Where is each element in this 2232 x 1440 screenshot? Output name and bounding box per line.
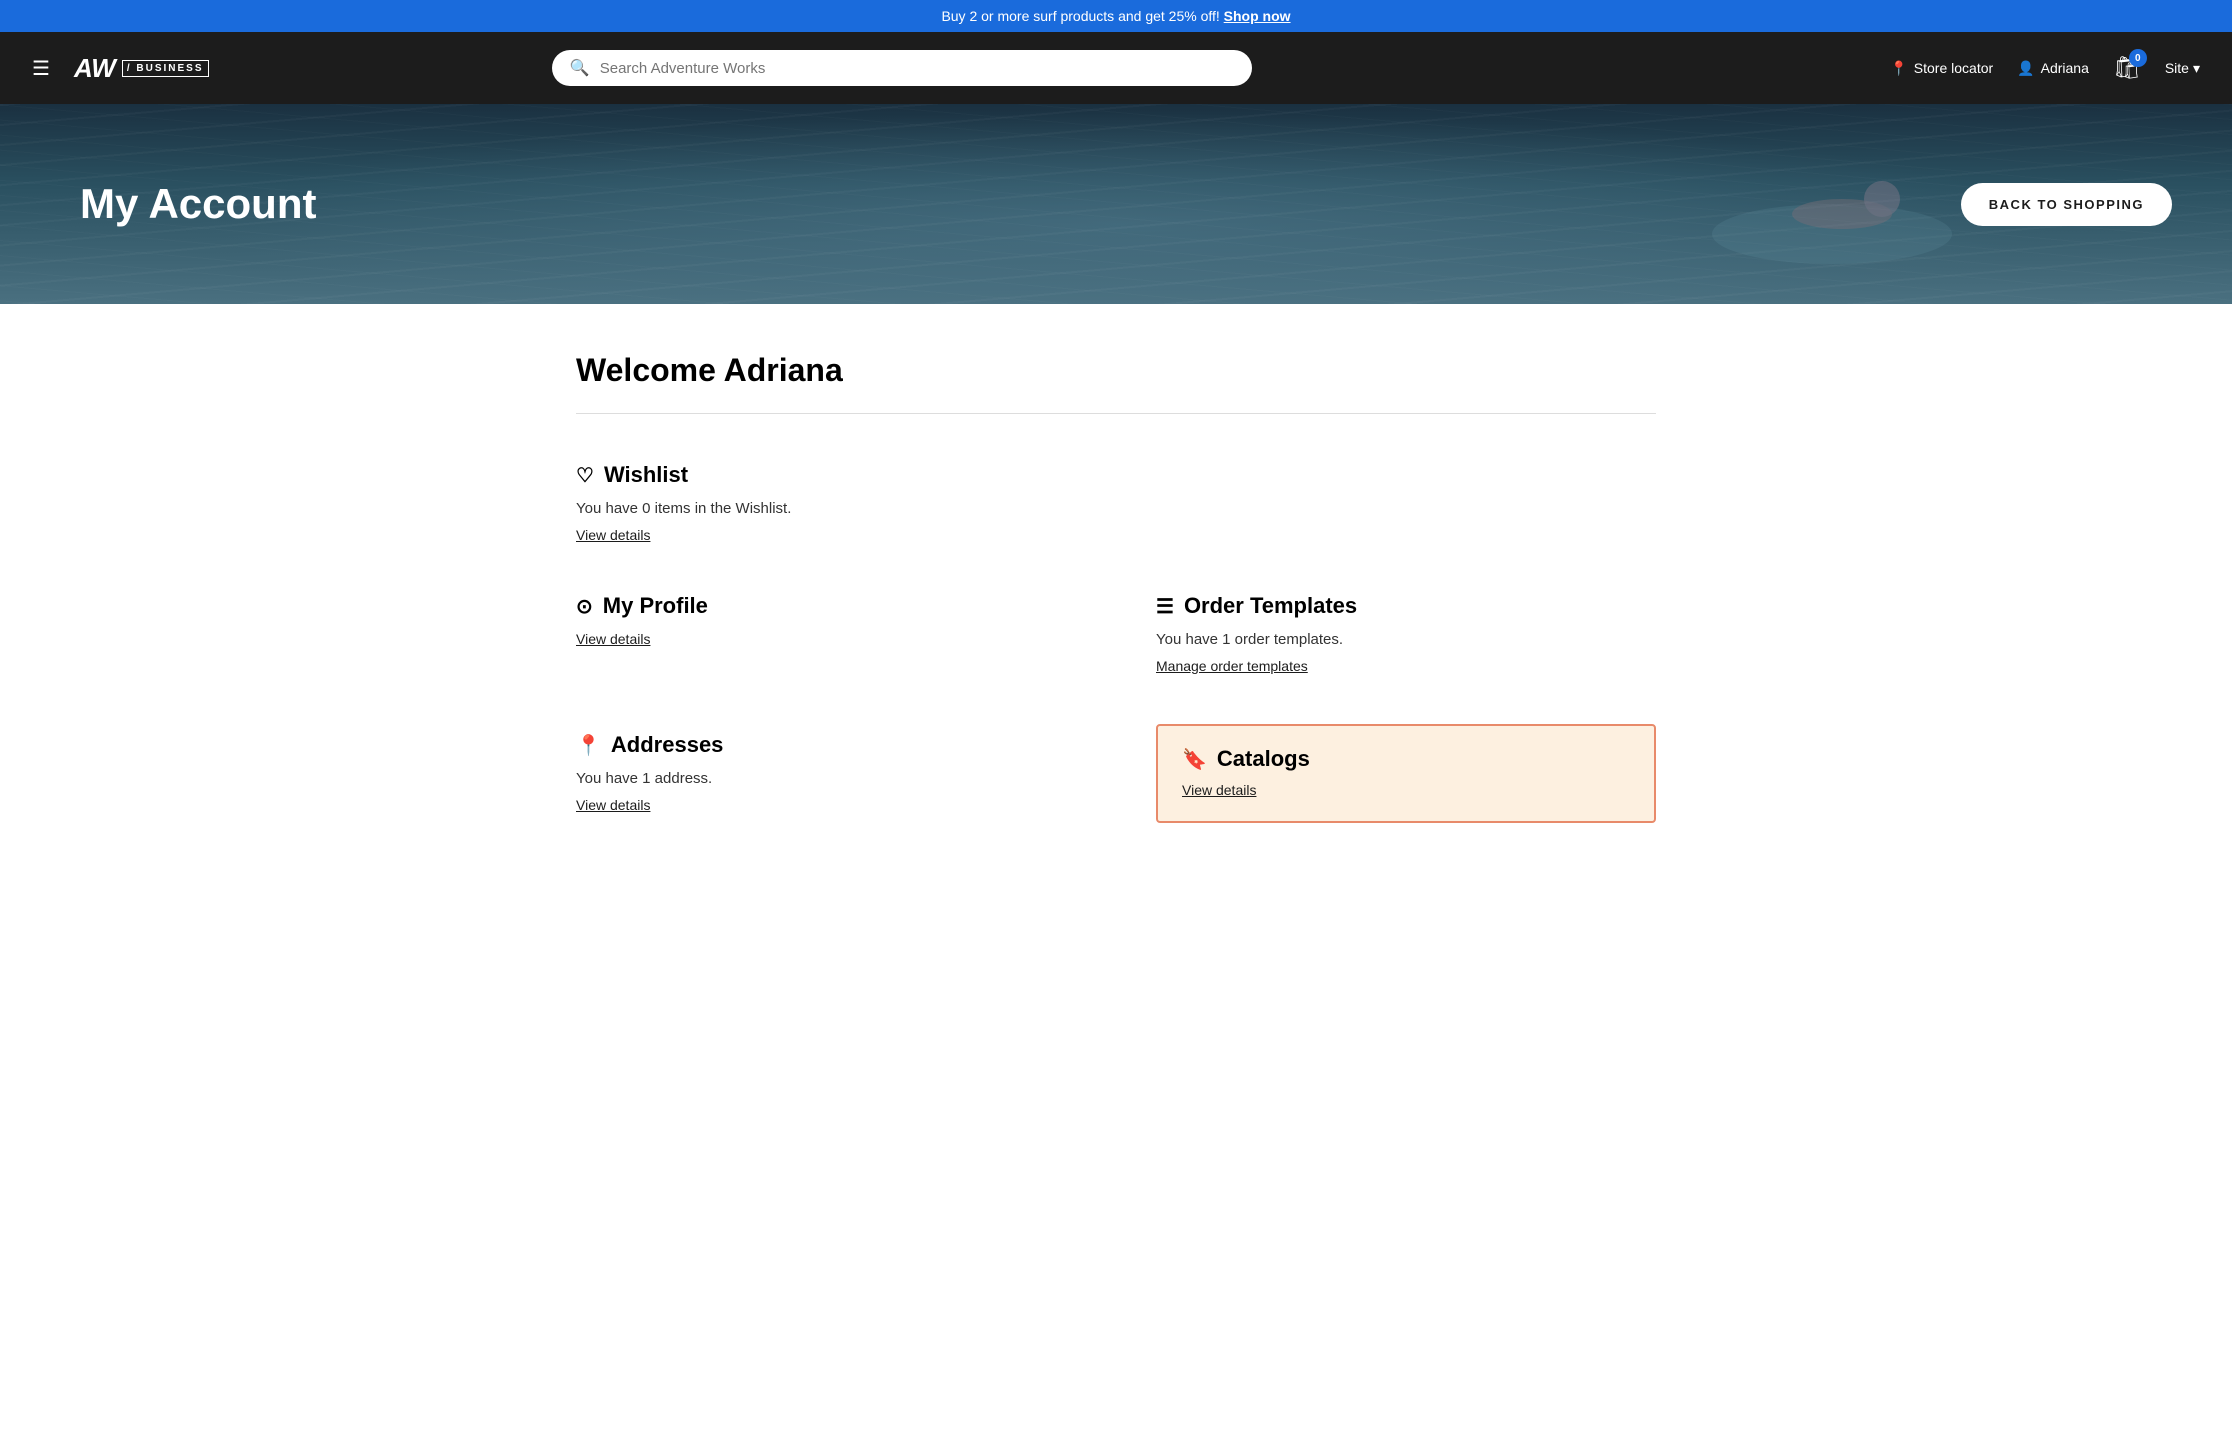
wishlist-title: ♡ Wishlist bbox=[576, 462, 1656, 488]
back-to-shopping-button[interactable]: BACK TO SHOPPING bbox=[1961, 183, 2172, 226]
section-divider bbox=[576, 413, 1656, 414]
catalogs-section: 🔖 Catalogs View details bbox=[1156, 724, 1656, 823]
catalogs-view-details-link[interactable]: View details bbox=[1182, 782, 1256, 798]
cart-count: 0 bbox=[2129, 49, 2147, 67]
order-templates-icon: ☰ bbox=[1156, 594, 1174, 619]
store-locator-label: Store locator bbox=[1914, 60, 1993, 76]
page-title: My Account bbox=[0, 180, 316, 228]
address-icon: 📍 bbox=[576, 733, 601, 758]
promo-link[interactable]: Shop now bbox=[1224, 8, 1291, 24]
nav-right: 📍 Store locator 👤 Adriana 🛍 0 Site ▾ bbox=[1890, 55, 2200, 81]
store-locator-icon: 📍 bbox=[1890, 60, 1907, 77]
site-label: Site bbox=[2165, 60, 2189, 76]
promo-banner: Buy 2 or more surf products and get 25% … bbox=[0, 0, 2232, 32]
catalogs-title: 🔖 Catalogs bbox=[1182, 746, 1630, 772]
addresses-title: 📍 Addresses bbox=[576, 732, 1076, 758]
search-input[interactable] bbox=[600, 60, 1234, 77]
navigation: ☰ AW / BUSINESS 🔍 📍 Store locator 👤 Adri… bbox=[0, 32, 2232, 104]
chevron-down-icon: ▾ bbox=[2193, 60, 2200, 77]
logo-business: / BUSINESS bbox=[122, 60, 209, 77]
wishlist-description: You have 0 items in the Wishlist. bbox=[576, 500, 1656, 517]
main-content: Welcome Adriana ♡ Wishlist You have 0 it… bbox=[516, 304, 1716, 871]
order-templates-title: ☰ Order Templates bbox=[1156, 593, 1656, 619]
wishlist-view-details-link[interactable]: View details bbox=[576, 527, 650, 543]
search-icon: 🔍 bbox=[570, 58, 590, 78]
catalog-icon: 🔖 bbox=[1182, 747, 1207, 772]
user-label: Adriana bbox=[2041, 60, 2089, 76]
order-templates-description: You have 1 order templates. bbox=[1156, 631, 1656, 648]
addresses-view-details-link[interactable]: View details bbox=[576, 797, 650, 813]
account-sections-grid: ⊙ My Profile View details ☰ Order Templa… bbox=[576, 585, 1656, 823]
hamburger-icon[interactable]: ☰ bbox=[32, 56, 50, 81]
my-profile-view-details-link[interactable]: View details bbox=[576, 631, 650, 647]
profile-icon: ⊙ bbox=[576, 594, 593, 619]
logo-aw: AW bbox=[74, 53, 116, 84]
addresses-description: You have 1 address. bbox=[576, 770, 1076, 787]
cart-button[interactable]: 🛍 0 bbox=[2113, 55, 2141, 81]
hero-banner: My Account BACK TO SHOPPING bbox=[0, 104, 2232, 304]
heart-icon: ♡ bbox=[576, 463, 594, 488]
site-selector-button[interactable]: Site ▾ bbox=[2165, 60, 2200, 77]
user-icon: 👤 bbox=[2017, 60, 2034, 77]
my-profile-title: ⊙ My Profile bbox=[576, 593, 1076, 619]
logo[interactable]: AW / BUSINESS bbox=[74, 53, 209, 84]
order-templates-manage-link[interactable]: Manage order templates bbox=[1156, 658, 1308, 674]
search-box[interactable]: 🔍 bbox=[552, 50, 1252, 86]
store-locator-button[interactable]: 📍 Store locator bbox=[1890, 60, 1993, 77]
order-templates-section: ☰ Order Templates You have 1 order templ… bbox=[1156, 585, 1656, 684]
promo-text: Buy 2 or more surf products and get 25% … bbox=[941, 8, 1219, 24]
welcome-heading: Welcome Adriana bbox=[576, 352, 1656, 389]
wishlist-section: ♡ Wishlist You have 0 items in the Wishl… bbox=[576, 454, 1656, 553]
my-profile-section: ⊙ My Profile View details bbox=[576, 585, 1076, 684]
addresses-section: 📍 Addresses You have 1 address. View det… bbox=[576, 724, 1076, 823]
user-account-button[interactable]: 👤 Adriana bbox=[2017, 60, 2089, 77]
swimmer-image bbox=[1682, 134, 1982, 284]
